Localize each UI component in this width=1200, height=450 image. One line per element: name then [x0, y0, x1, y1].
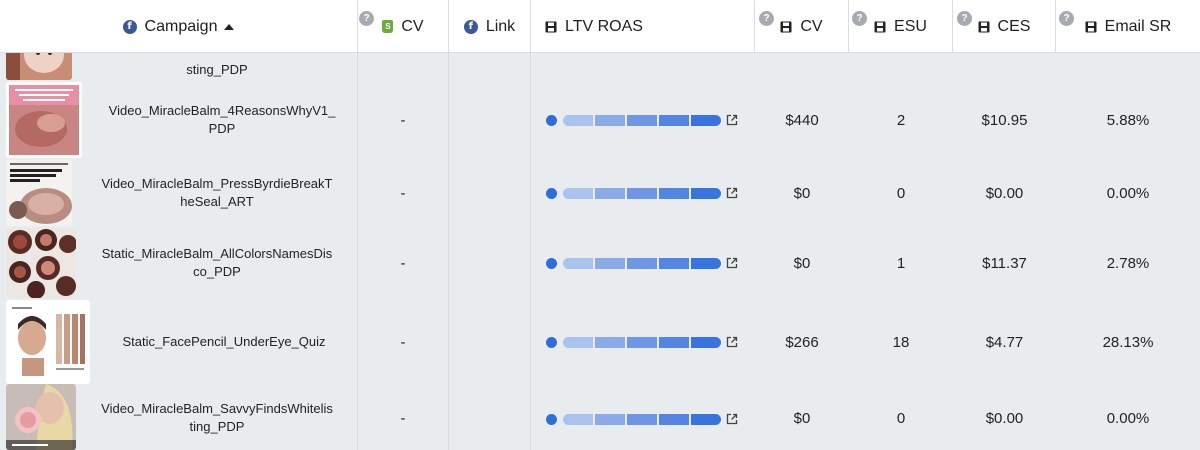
- ces-value: $11.37: [982, 254, 1027, 272]
- cv-value: $0: [793, 184, 811, 202]
- email-sr-value: 5.88%: [1106, 111, 1150, 129]
- table-row[interactable]: Video_MiracleBalm_4ReasonsWhyV1_ PDP - $…: [0, 82, 1200, 158]
- external-link-icon[interactable]: [726, 187, 738, 199]
- campaign-name[interactable]: Video_MiracleBalm_4ReasonsWhyV1_ PDP: [105, 102, 340, 138]
- ces-value: $0.00: [985, 409, 1024, 427]
- link-value: -: [400, 409, 406, 427]
- ces-value: $10.95: [981, 111, 1028, 129]
- link-value: -: [400, 333, 406, 351]
- link-value: -: [400, 254, 406, 272]
- save-icon: [874, 21, 886, 32]
- ad-thumbnail[interactable]: [6, 228, 76, 298]
- col-campaign-header[interactable]: f Campaign: [0, 0, 358, 53]
- email-sr-value: 0.00%: [1106, 184, 1150, 202]
- shopify-icon: S: [382, 20, 394, 33]
- table-header: f Campaign ? S CV f Link LTV ROAS ? CV ?…: [0, 0, 1200, 53]
- save-icon: [780, 21, 792, 32]
- campaign-name[interactable]: Static_MiracleBalm_AllColorsNamesDis co_…: [98, 245, 336, 281]
- table-row[interactable]: Static_FacePencil_UnderEye_Quiz - $266 1…: [0, 300, 1200, 384]
- col-esu-header[interactable]: ESU: [849, 0, 953, 53]
- cv-value: $0: [793, 409, 811, 427]
- col-ltv-roas-header[interactable]: LTV ROAS: [531, 0, 755, 53]
- link-value: -: [400, 111, 406, 129]
- external-link-icon[interactable]: [726, 336, 738, 348]
- ltv-dot-icon: [546, 336, 557, 348]
- email-sr-value: 2.78%: [1106, 254, 1150, 272]
- ltv-dot-icon: [546, 187, 557, 199]
- external-link-icon[interactable]: [726, 257, 738, 269]
- ces-value: $0.00: [985, 184, 1024, 202]
- col-link-header[interactable]: f Link: [449, 0, 531, 53]
- campaign-name[interactable]: sting_PDP: [182, 61, 251, 79]
- campaign-name[interactable]: Video_MiracleBalm_PressByrdieBreakT heSe…: [98, 175, 337, 211]
- ad-thumbnail[interactable]: [6, 82, 82, 158]
- table-row-partial[interactable]: sting_PDP: [0, 53, 1200, 81]
- ltv-roas-bar[interactable]: [546, 187, 738, 199]
- campaign-table: f Campaign ? S CV f Link LTV ROAS ? CV ?…: [0, 0, 1200, 450]
- email-sr-value: 28.13%: [1102, 333, 1154, 351]
- save-icon: [1085, 21, 1097, 32]
- ltv-roas-bar[interactable]: [546, 413, 738, 425]
- facebook-icon: f: [463, 19, 478, 34]
- ad-thumbnail[interactable]: [6, 300, 90, 384]
- external-link-icon[interactable]: [726, 114, 738, 126]
- campaign-name[interactable]: Video_MiracleBalm_SavvyFindsWhitelis tin…: [97, 400, 337, 436]
- ltv-dot-icon: [546, 257, 557, 269]
- ltv-dot-icon: [546, 114, 557, 126]
- link-value: -: [400, 184, 406, 202]
- esu-value: 2: [896, 111, 906, 129]
- ltv-dot-icon: [546, 413, 557, 425]
- ad-thumbnail[interactable]: [6, 53, 72, 80]
- ad-thumbnail[interactable]: [6, 160, 72, 226]
- cv-value: $266: [785, 333, 819, 351]
- facebook-icon: f: [122, 19, 137, 34]
- col-cv-header[interactable]: CV: [755, 0, 849, 53]
- external-link-icon[interactable]: [726, 413, 738, 425]
- save-icon: [545, 21, 557, 32]
- campaign-name[interactable]: Static_FacePencil_UnderEye_Quiz: [118, 333, 329, 351]
- save-icon: [978, 21, 990, 32]
- table-body[interactable]: sting_PDP Video_MiracleBalm_4ReasonsWhyV…: [0, 53, 1200, 450]
- col-email-sr-header[interactable]: Email SR: [1056, 0, 1200, 53]
- esu-value: 0: [896, 184, 906, 202]
- ad-thumbnail[interactable]: [6, 384, 76, 450]
- ces-value: $4.77: [985, 333, 1024, 351]
- col-campaign-label: Campaign: [144, 17, 218, 35]
- email-sr-value: 0.00%: [1106, 409, 1150, 427]
- esu-value: 18: [892, 333, 910, 351]
- cv-value: $440: [785, 111, 819, 129]
- esu-value: 0: [896, 409, 906, 427]
- ltv-roas-bar[interactable]: [546, 114, 738, 126]
- sort-ascending-icon[interactable]: [224, 23, 235, 30]
- ltv-roas-bar[interactable]: [546, 336, 738, 348]
- col-ces-header[interactable]: CES: [953, 0, 1056, 53]
- table-row[interactable]: Video_MiracleBalm_SavvyFindsWhitelis tin…: [0, 384, 1200, 450]
- table-row[interactable]: Static_MiracleBalm_AllColorsNamesDis co_…: [0, 228, 1200, 298]
- esu-value: 1: [896, 254, 906, 272]
- table-row[interactable]: Video_MiracleBalm_PressByrdieBreakT heSe…: [0, 160, 1200, 226]
- col-cv-shopify-header[interactable]: S CV: [358, 0, 449, 53]
- cv-value: $0: [793, 254, 811, 272]
- ltv-roas-bar[interactable]: [546, 257, 738, 269]
